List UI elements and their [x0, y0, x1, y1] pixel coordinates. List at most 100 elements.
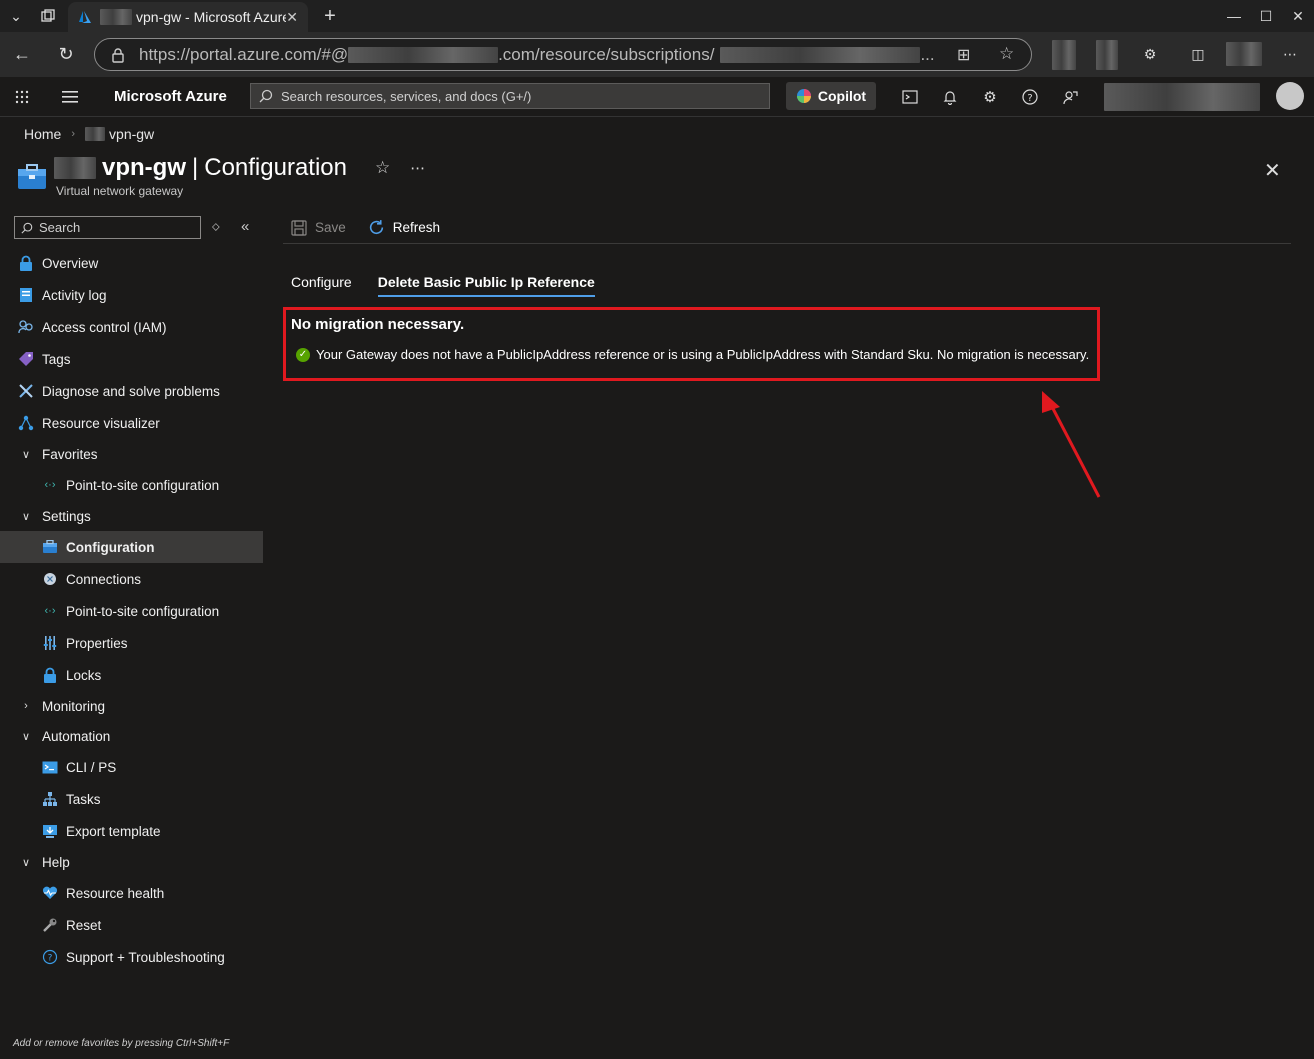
command-bar: Save Refresh [283, 212, 1291, 244]
maximize-icon[interactable]: ☐ [1254, 4, 1278, 28]
global-search-input[interactable]: Search resources, services, and docs (G+… [250, 83, 770, 109]
svg-text:?: ? [1027, 93, 1032, 104]
blade-name: Configuration [204, 154, 347, 181]
copilot-button[interactable]: Copilot [786, 82, 876, 110]
message-text: Your Gateway does not have a PublicIpAdd… [316, 347, 1090, 362]
refresh-button[interactable]: Refresh [368, 219, 440, 236]
breadcrumb: Home › vpn-gw [24, 126, 154, 142]
cloud-shell-icon[interactable] [898, 85, 922, 109]
sidebar-group-settings[interactable]: ∨ Settings [0, 501, 263, 531]
configuration-briefcase-icon [42, 539, 58, 555]
extension-icon[interactable] [1096, 40, 1118, 70]
sidebar-item-support[interactable]: ? Support + Troubleshooting [0, 941, 263, 973]
search-icon [21, 222, 33, 234]
sort-toggle-icon[interactable]: ⬦ [212, 221, 220, 234]
favorite-star-icon[interactable]: ☆ [999, 44, 1014, 64]
sidebar-item-point-to-site-favorite[interactable]: ‹·› Point-to-site configuration [0, 469, 263, 501]
sidebar-item-tags[interactable]: Tags [0, 343, 263, 375]
sidebar-search-input[interactable]: Search [14, 216, 201, 239]
sidebar-item-label: Activity log [42, 287, 107, 303]
brand-title[interactable]: Microsoft Azure [114, 88, 227, 105]
address-bar[interactable]: https://portal.azure.com/#@ .com/resourc… [94, 38, 1032, 71]
account-info-redacted[interactable] [1104, 83, 1260, 111]
sidebar-item-properties[interactable]: Properties [0, 627, 263, 659]
tab-configure[interactable]: Configure [291, 274, 352, 297]
favorites-hint: Add or remove favorites by pressing Ctrl… [13, 1038, 230, 1049]
browser-tab-active[interactable]: vpn-gw - Microsoft Azure ✕ [68, 2, 308, 32]
sidebar-item-reset[interactable]: Reset [0, 909, 263, 941]
collapse-sidebar-icon[interactable]: « [241, 218, 249, 235]
split-screen-icon[interactable]: ◫ [1186, 42, 1210, 66]
help-icon[interactable]: ? [1018, 85, 1042, 109]
sidebar-item-label: Resource visualizer [42, 415, 160, 431]
sidebar-item-cli-ps[interactable]: CLI / PS [0, 751, 263, 783]
sidebar-item-configuration[interactable]: Configuration [0, 531, 263, 563]
url-ellipsis: ... [920, 44, 935, 64]
app-available-icon[interactable]: ⊞ [957, 45, 970, 65]
sidebar-item-point-to-site[interactable]: ‹·› Point-to-site configuration [0, 595, 263, 627]
browser-menu-icon[interactable]: ⋯ [1278, 42, 1302, 66]
tab-close-icon[interactable]: ✕ [286, 9, 298, 26]
sidebar-item-label: Properties [66, 635, 128, 651]
sidebar-group-automation[interactable]: ∨ Automation [0, 721, 263, 751]
profile-avatar[interactable] [1226, 42, 1262, 66]
back-icon[interactable]: ← [10, 42, 34, 66]
tasks-hierarchy-icon [42, 791, 58, 807]
reload-icon[interactable]: ↻ [54, 42, 78, 66]
point-to-site-icon: ‹·› [44, 605, 56, 617]
tab-delete-basic-public-ip[interactable]: Delete Basic Public Ip Reference [377, 274, 595, 297]
sidebar-item-resource-health[interactable]: Resource health [0, 877, 263, 909]
portal-menu-icon[interactable] [58, 85, 82, 109]
sidebar-item-connections[interactable]: Connections [0, 563, 263, 595]
breadcrumb-current[interactable]: vpn-gw [109, 126, 154, 142]
save-button[interactable]: Save [291, 219, 346, 236]
minimize-icon[interactable]: — [1222, 4, 1246, 28]
sidebar-item-tasks[interactable]: Tasks [0, 783, 263, 815]
tag-icon [18, 351, 34, 367]
chevron-down-icon: ∨ [21, 510, 31, 523]
sidebar-item-diagnose[interactable]: Diagnose and solve problems [0, 375, 263, 407]
window-close-icon[interactable]: ✕ [1286, 4, 1310, 28]
sidebar-item-access-control[interactable]: Access control (IAM) [0, 311, 263, 343]
chevron-down-icon: ∨ [21, 856, 31, 869]
resource-visualizer-icon [18, 415, 34, 431]
sidebar-group-monitoring[interactable]: › Monitoring [0, 691, 263, 721]
new-tab-icon[interactable]: + [318, 4, 342, 28]
extensions-puzzle-icon[interactable]: ⚙ [1138, 42, 1162, 66]
notifications-bell-icon[interactable] [938, 85, 962, 109]
workspaces-icon[interactable] [36, 4, 60, 28]
breadcrumb-separator-icon: › [71, 128, 76, 140]
global-search-placeholder: Search resources, services, and docs (G+… [281, 88, 532, 104]
sidebar-group-help[interactable]: ∨ Help [0, 847, 263, 877]
annotation-arrow-icon [1042, 391, 1101, 498]
sidebar-group-label: Automation [42, 728, 111, 744]
refresh-icon [369, 220, 383, 235]
sidebar-item-label: Configuration [66, 539, 155, 555]
sidebar-item-overview[interactable]: Overview [0, 247, 263, 279]
feedback-icon[interactable] [1058, 85, 1082, 109]
favorite-star-icon[interactable]: ☆ [375, 158, 390, 178]
sidebar-item-label: Tags [42, 351, 71, 367]
sidebar-item-label: Locks [66, 667, 102, 683]
redacted-block [100, 9, 132, 25]
app-launcher-icon[interactable] [10, 85, 34, 109]
url-prefix: https://portal.azure.com/#@ [139, 44, 349, 64]
more-options-icon[interactable]: ⋯ [410, 159, 425, 177]
sidebar-item-export-template[interactable]: Export template [0, 815, 263, 847]
redacted-block [85, 127, 106, 141]
cli-terminal-icon [42, 759, 58, 775]
breadcrumb-home[interactable]: Home [24, 126, 61, 142]
lock-icon [112, 47, 124, 63]
properties-sliders-icon [42, 635, 58, 651]
sidebar-item-resource-visualizer[interactable]: Resource visualizer [0, 407, 263, 439]
extension-icon[interactable] [1052, 40, 1076, 70]
sidebar-group-favorites[interactable]: ∨ Favorites [0, 439, 263, 469]
tab-actions-chevron-icon[interactable]: ⌄ [4, 4, 28, 28]
settings-gear-icon[interactable]: ⚙ [978, 85, 1002, 109]
copilot-icon [796, 89, 811, 103]
user-avatar[interactable] [1276, 82, 1304, 110]
sidebar-group-label: Favorites [42, 446, 98, 462]
sidebar-item-locks[interactable]: Locks [0, 659, 263, 691]
close-blade-icon[interactable]: ✕ [1264, 158, 1281, 183]
sidebar-item-activity-log[interactable]: Activity log [0, 279, 263, 311]
